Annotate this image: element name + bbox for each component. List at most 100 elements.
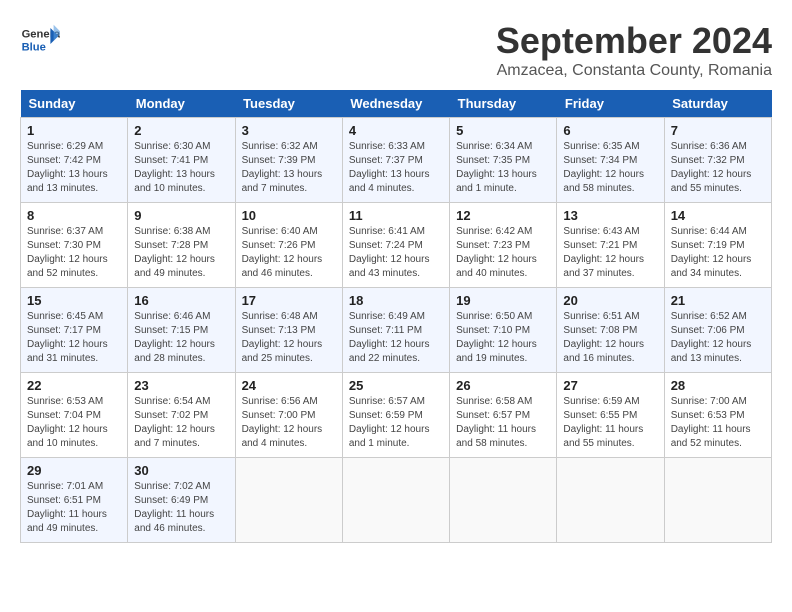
calendar-cell: 22 Sunrise: 6:53 AM Sunset: 7:04 PM Dayli…	[21, 373, 128, 458]
day-number: 12	[456, 208, 550, 223]
calendar-cell: 19 Sunrise: 6:50 AM Sunset: 7:10 PM Dayli…	[450, 288, 557, 373]
calendar-cell: 1 Sunrise: 6:29 AM Sunset: 7:42 PM Daylig…	[21, 118, 128, 203]
calendar-cell: 18 Sunrise: 6:49 AM Sunset: 7:11 PM Dayli…	[342, 288, 449, 373]
calendar-cell	[235, 458, 342, 543]
calendar-cell: 21Sunrise: 6:52 AM Sunset: 7:06 PM Dayli…	[664, 288, 771, 373]
day-number: 30	[134, 463, 228, 478]
day-info: Sunrise: 6:38 AM Sunset: 7:28 PM Dayligh…	[134, 225, 228, 281]
day-info: Sunrise: 6:57 AM Sunset: 6:59 PM Dayligh…	[349, 395, 443, 451]
day-info: Sunrise: 6:45 AM Sunset: 7:17 PM Dayligh…	[27, 310, 121, 366]
day-info: Sunrise: 6:59 AM Sunset: 6:55 PM Dayligh…	[563, 395, 657, 451]
day-info: Sunrise: 6:42 AM Sunset: 7:23 PM Dayligh…	[456, 225, 550, 281]
header-friday: Friday	[557, 90, 664, 118]
location-subtitle: Amzacea, Constanta County, Romania	[496, 62, 772, 80]
day-number: 14	[671, 208, 765, 223]
day-info: Sunrise: 6:46 AM Sunset: 7:15 PM Dayligh…	[134, 310, 228, 366]
day-number: 24	[242, 378, 336, 393]
calendar-cell: 7 Sunrise: 6:36 AM Sunset: 7:32 PM Daylig…	[664, 118, 771, 203]
day-number: 29	[27, 463, 121, 478]
day-info: Sunrise: 6:54 AM Sunset: 7:02 PM Dayligh…	[134, 395, 228, 451]
day-number: 20	[563, 293, 657, 308]
week-row-1: 1 Sunrise: 6:29 AM Sunset: 7:42 PM Daylig…	[21, 118, 772, 203]
logo-icon: General Blue	[20, 20, 60, 60]
header-sunday: Sunday	[21, 90, 128, 118]
day-info: Sunrise: 6:43 AM Sunset: 7:21 PM Dayligh…	[563, 225, 657, 281]
header-thursday: Thursday	[450, 90, 557, 118]
calendar-cell: 25 Sunrise: 6:57 AM Sunset: 6:59 PM Dayli…	[342, 373, 449, 458]
page-header: General Blue September 2024 Amzacea, Con…	[20, 20, 772, 80]
day-info: Sunrise: 6:53 AM Sunset: 7:04 PM Dayligh…	[27, 395, 121, 451]
calendar-cell	[557, 458, 664, 543]
day-info: Sunrise: 6:35 AM Sunset: 7:34 PM Dayligh…	[563, 140, 657, 196]
calendar-cell	[450, 458, 557, 543]
calendar-cell	[664, 458, 771, 543]
day-number: 19	[456, 293, 550, 308]
day-info: Sunrise: 6:58 AM Sunset: 6:57 PM Dayligh…	[456, 395, 550, 451]
calendar-cell: 10Sunrise: 6:40 AM Sunset: 7:26 PM Dayli…	[235, 203, 342, 288]
header-tuesday: Tuesday	[235, 90, 342, 118]
day-number: 23	[134, 378, 228, 393]
header-saturday: Saturday	[664, 90, 771, 118]
day-info: Sunrise: 6:36 AM Sunset: 7:32 PM Dayligh…	[671, 140, 765, 196]
calendar-cell: 3 Sunrise: 6:32 AM Sunset: 7:39 PM Daylig…	[235, 118, 342, 203]
day-number: 6	[563, 123, 657, 138]
day-info: Sunrise: 6:50 AM Sunset: 7:10 PM Dayligh…	[456, 310, 550, 366]
title-section: September 2024 Amzacea, Constanta County…	[496, 20, 772, 80]
calendar-table: SundayMondayTuesdayWednesdayThursdayFrid…	[20, 90, 772, 543]
calendar-cell: 12 Sunrise: 6:42 AM Sunset: 7:23 PM Dayli…	[450, 203, 557, 288]
calendar-cell: 5Sunrise: 6:34 AM Sunset: 7:35 PM Daylig…	[450, 118, 557, 203]
calendar-cell: 17 Sunrise: 6:48 AM Sunset: 7:13 PM Dayli…	[235, 288, 342, 373]
day-number: 4	[349, 123, 443, 138]
day-info: Sunrise: 6:29 AM Sunset: 7:42 PM Dayligh…	[27, 140, 121, 196]
logo: General Blue	[20, 20, 65, 60]
header-row: SundayMondayTuesdayWednesdayThursdayFrid…	[21, 90, 772, 118]
calendar-cell: 16 Sunrise: 6:46 AM Sunset: 7:15 PM Dayli…	[128, 288, 235, 373]
calendar-cell: 26Sunrise: 6:58 AM Sunset: 6:57 PM Dayli…	[450, 373, 557, 458]
day-info: Sunrise: 6:56 AM Sunset: 7:00 PM Dayligh…	[242, 395, 336, 451]
calendar-cell: 9 Sunrise: 6:38 AM Sunset: 7:28 PM Daylig…	[128, 203, 235, 288]
calendar-cell: 15 Sunrise: 6:45 AM Sunset: 7:17 PM Dayli…	[21, 288, 128, 373]
calendar-cell: 6 Sunrise: 6:35 AM Sunset: 7:34 PM Daylig…	[557, 118, 664, 203]
day-info: Sunrise: 6:40 AM Sunset: 7:26 PM Dayligh…	[242, 225, 336, 281]
day-number: 15	[27, 293, 121, 308]
week-row-3: 15 Sunrise: 6:45 AM Sunset: 7:17 PM Dayli…	[21, 288, 772, 373]
week-row-2: 8Sunrise: 6:37 AM Sunset: 7:30 PM Daylig…	[21, 203, 772, 288]
day-number: 22	[27, 378, 121, 393]
day-info: Sunrise: 7:00 AM Sunset: 6:53 PM Dayligh…	[671, 395, 765, 451]
calendar-cell: 23 Sunrise: 6:54 AM Sunset: 7:02 PM Dayli…	[128, 373, 235, 458]
header-monday: Monday	[128, 90, 235, 118]
day-number: 5	[456, 123, 550, 138]
day-info: Sunrise: 6:30 AM Sunset: 7:41 PM Dayligh…	[134, 140, 228, 196]
week-row-4: 22 Sunrise: 6:53 AM Sunset: 7:04 PM Dayli…	[21, 373, 772, 458]
day-number: 21	[671, 293, 765, 308]
day-number: 7	[671, 123, 765, 138]
day-info: Sunrise: 7:02 AM Sunset: 6:49 PM Dayligh…	[134, 480, 228, 536]
day-number: 1	[27, 123, 121, 138]
day-info: Sunrise: 6:51 AM Sunset: 7:08 PM Dayligh…	[563, 310, 657, 366]
day-number: 16	[134, 293, 228, 308]
day-info: Sunrise: 6:32 AM Sunset: 7:39 PM Dayligh…	[242, 140, 336, 196]
calendar-cell: 20 Sunrise: 6:51 AM Sunset: 7:08 PM Dayli…	[557, 288, 664, 373]
day-number: 3	[242, 123, 336, 138]
header-wednesday: Wednesday	[342, 90, 449, 118]
day-info: Sunrise: 6:48 AM Sunset: 7:13 PM Dayligh…	[242, 310, 336, 366]
calendar-cell: 29Sunrise: 7:01 AM Sunset: 6:51 PM Dayli…	[21, 458, 128, 543]
day-info: Sunrise: 6:37 AM Sunset: 7:30 PM Dayligh…	[27, 225, 121, 281]
day-info: Sunrise: 6:49 AM Sunset: 7:11 PM Dayligh…	[349, 310, 443, 366]
calendar-cell: 24 Sunrise: 6:56 AM Sunset: 7:00 PM Dayli…	[235, 373, 342, 458]
day-number: 13	[563, 208, 657, 223]
calendar-cell	[342, 458, 449, 543]
day-info: Sunrise: 6:44 AM Sunset: 7:19 PM Dayligh…	[671, 225, 765, 281]
calendar-cell: 11Sunrise: 6:41 AM Sunset: 7:24 PM Dayli…	[342, 203, 449, 288]
day-number: 17	[242, 293, 336, 308]
day-number: 27	[563, 378, 657, 393]
week-row-5: 29Sunrise: 7:01 AM Sunset: 6:51 PM Dayli…	[21, 458, 772, 543]
day-number: 9	[134, 208, 228, 223]
day-number: 25	[349, 378, 443, 393]
calendar-cell: 27 Sunrise: 6:59 AM Sunset: 6:55 PM Dayli…	[557, 373, 664, 458]
day-info: Sunrise: 6:33 AM Sunset: 7:37 PM Dayligh…	[349, 140, 443, 196]
day-number: 18	[349, 293, 443, 308]
calendar-cell: 4 Sunrise: 6:33 AM Sunset: 7:37 PM Daylig…	[342, 118, 449, 203]
calendar-cell: 2Sunrise: 6:30 AM Sunset: 7:41 PM Daylig…	[128, 118, 235, 203]
day-number: 11	[349, 208, 443, 223]
